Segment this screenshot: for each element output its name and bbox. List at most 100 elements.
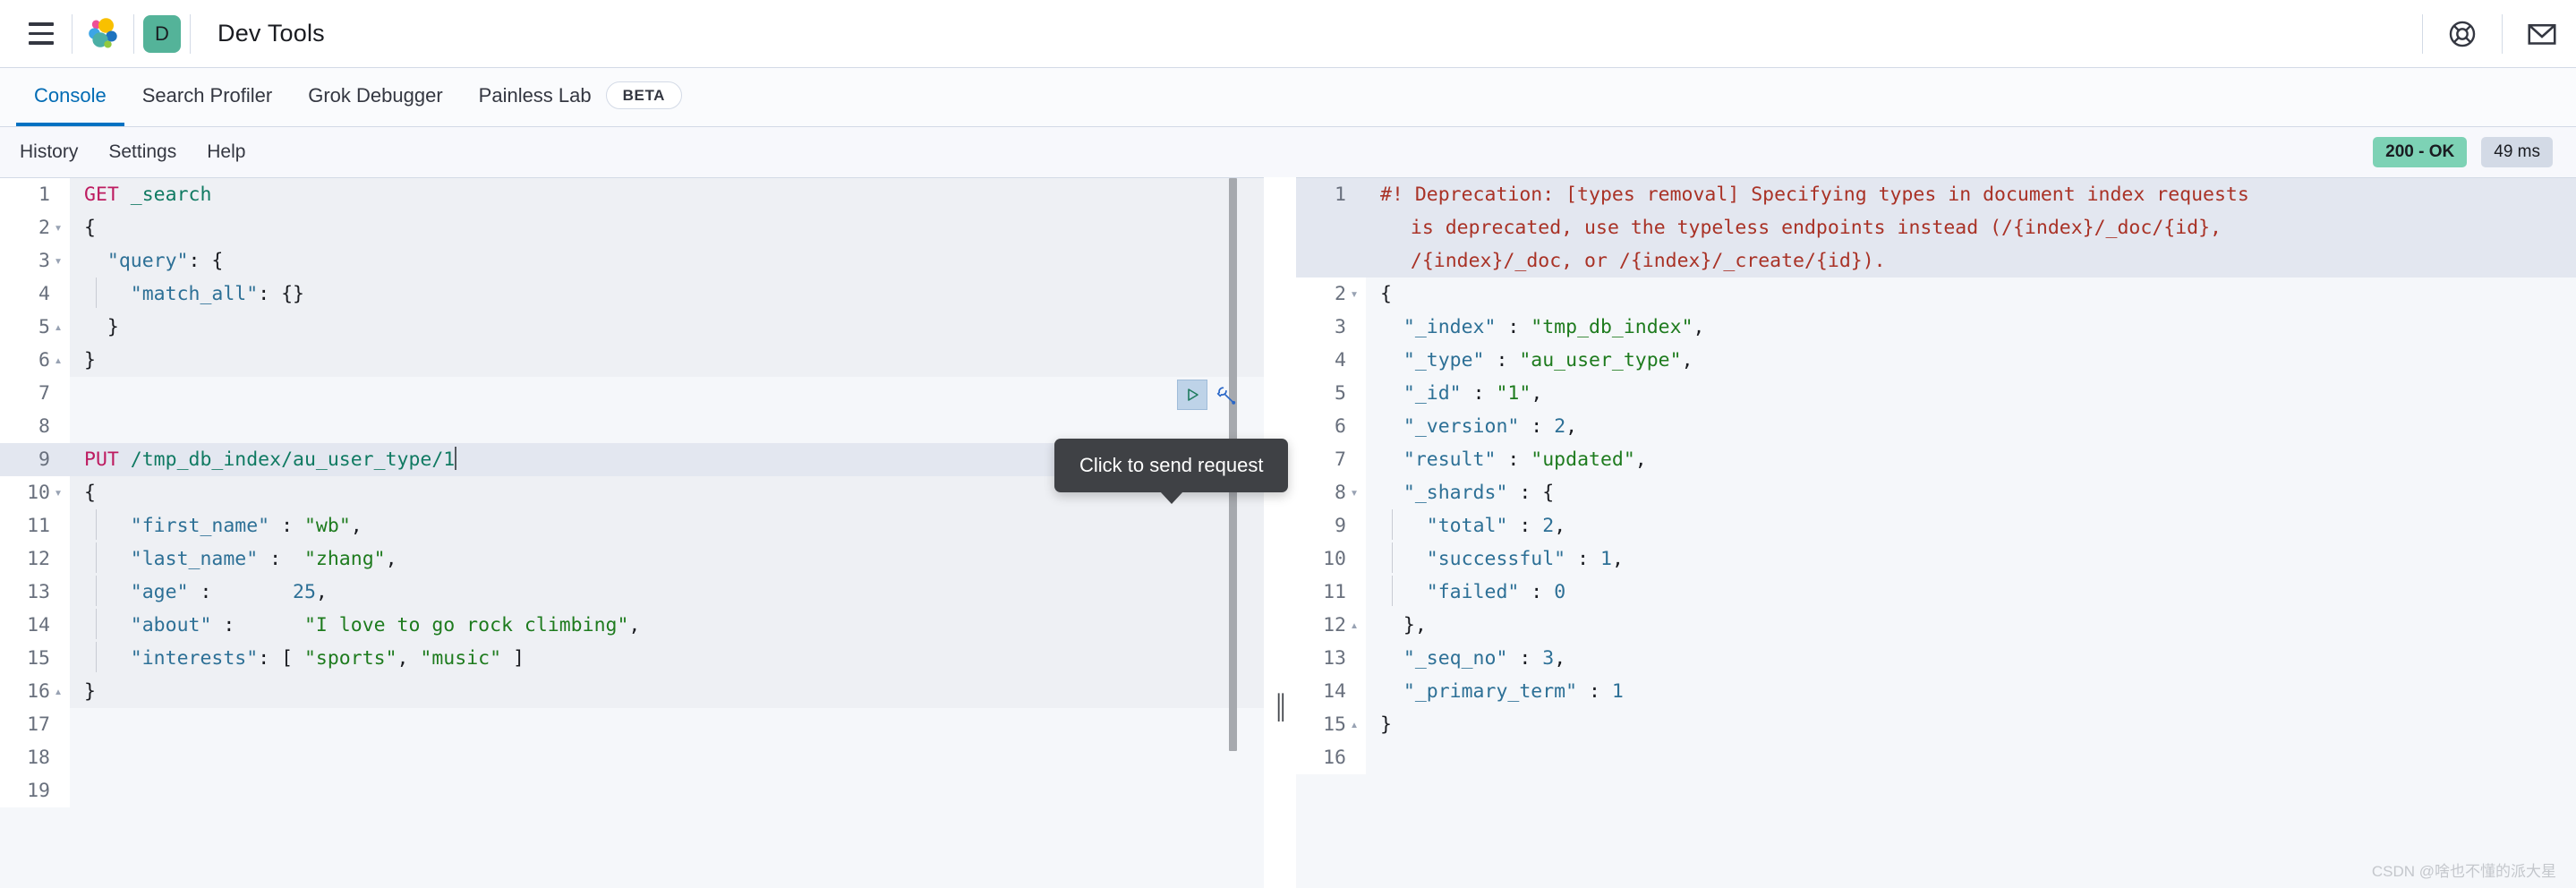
line-number: 18· [0, 741, 70, 774]
code-line[interactable]: 1· #! Deprecation: [types removal] Specif… [1296, 178, 2576, 278]
envelope-mail-icon[interactable] [2517, 9, 2567, 59]
token-method: PUT [84, 448, 119, 471]
code-line[interactable]: 4· "_type" : "au_user_type", [1296, 344, 2576, 377]
fold-marker-icon: · [50, 509, 66, 542]
history-button[interactable]: History [20, 141, 78, 163]
code-line[interactable]: 6 ▴} [0, 344, 1264, 377]
line-number: 14· [1296, 675, 1366, 708]
code-line[interactable]: 16 ▴} [0, 675, 1264, 708]
code-line[interactable]: 13· "_seq_no" : 3, [1296, 642, 2576, 675]
fold-marker-icon[interactable]: ▾ [50, 244, 66, 278]
code-line[interactable]: 6· "_version" : 2, [1296, 410, 2576, 443]
fold-marker-icon: · [50, 774, 66, 807]
wrench-icon[interactable] [1213, 381, 1240, 408]
code-line[interactable]: 12· "last_name" : "zhang", [0, 542, 1264, 576]
code-line[interactable]: 17· [0, 708, 1264, 741]
fold-marker-icon[interactable]: ▾ [1346, 476, 1362, 509]
text-caret [455, 447, 457, 470]
code-line-content: { [1366, 278, 2576, 311]
code-line-content: "successful" : 1, [1366, 542, 2576, 576]
token-punc: : { [1507, 482, 1555, 504]
code-line[interactable]: 8 ▾ "_shards" : { [1296, 476, 2576, 509]
fold-marker-icon[interactable]: ▴ [1346, 609, 1362, 642]
code-line[interactable]: 13· "age" : 25, [0, 576, 1264, 609]
token-punc: { [84, 482, 96, 504]
fold-marker-icon[interactable]: ▾ [50, 211, 66, 244]
hamburger-menu-icon[interactable] [16, 9, 66, 59]
code-line[interactable]: 3 ▾ "query": { [0, 244, 1264, 278]
elastic-logo-icon[interactable] [78, 9, 128, 59]
tab-console[interactable]: Console [16, 68, 124, 126]
token-key: "result" [1403, 448, 1497, 471]
code-line[interactable]: 18· [0, 741, 1264, 774]
token-punc: : [1507, 515, 1543, 537]
splitter-drag-handle[interactable]: ║ [1273, 695, 1289, 718]
fold-marker-icon[interactable]: ▾ [50, 476, 66, 509]
tab-console-label: Console [34, 83, 107, 107]
code-line[interactable]: 19· [0, 774, 1264, 807]
line-number: 1· [1296, 178, 1366, 211]
help-button[interactable]: Help [207, 141, 245, 163]
tab-painless-lab[interactable]: Painless Lab BETA [461, 68, 700, 126]
response-viewer[interactable]: 1·#! Deprecation: [types removal] Specif… [1296, 177, 2576, 888]
code-line[interactable]: 2 ▾ { [1296, 278, 2576, 311]
space-avatar[interactable]: D [143, 14, 181, 53]
code-line[interactable]: 15 ▴} [1296, 708, 2576, 741]
code-line-content [1366, 741, 2576, 774]
token-punc: , [350, 515, 363, 537]
tab-grok-debugger[interactable]: Grok Debugger [290, 68, 460, 126]
code-line-content: "interests": [ "sports", "music" ] [70, 642, 1264, 675]
fold-marker-icon[interactable]: ▾ [1346, 278, 1362, 311]
tab-search-profiler[interactable]: Search Profiler [124, 68, 291, 126]
lifebuoy-help-icon[interactable] [2437, 9, 2487, 59]
code-line[interactable]: 4· "match_all": {} [0, 278, 1264, 311]
code-line[interactable]: 14· "about" : "I love to go rock climbin… [0, 609, 1264, 642]
request-editor[interactable]: 1·GET _search2▾{3▾ "query": {4· "match_a… [0, 177, 1264, 888]
line-number: 10· [1296, 542, 1366, 576]
fold-marker-icon: · [50, 278, 66, 311]
code-line[interactable]: 12 ▴ }, [1296, 609, 2576, 642]
token-punc [1380, 680, 1403, 703]
token-punc: } [84, 316, 119, 338]
play-triangle-icon[interactable] [1177, 380, 1207, 410]
code-line[interactable]: 3· "_index" : "tmp_db_index", [1296, 311, 2576, 344]
token-key: "interests" [130, 647, 259, 670]
token-punc: : [1484, 349, 1520, 371]
pane-splitter[interactable]: ║ [1264, 177, 1296, 888]
fold-marker-icon[interactable]: ▴ [50, 344, 66, 377]
request-editor-code[interactable]: 1·GET _search2▾{3▾ "query": {4· "match_a… [0, 178, 1264, 807]
line-number: 13· [0, 576, 70, 609]
code-line-content [70, 741, 1264, 774]
settings-button[interactable]: Settings [108, 141, 176, 163]
code-line[interactable]: 2 ▾ { [0, 211, 1264, 244]
code-line[interactable]: 16· [1296, 741, 2576, 774]
fold-marker-icon[interactable]: ▴ [50, 675, 66, 708]
code-line[interactable]: 7· [0, 377, 1264, 410]
token-key: "last_name" [130, 548, 259, 570]
code-line-content: "age" : 25, [70, 576, 1264, 609]
token-punc: : [1565, 548, 1600, 570]
fold-marker-icon[interactable]: ▴ [1346, 708, 1362, 741]
code-line[interactable]: 14· "_primary_term" : 1 [1296, 675, 2576, 708]
code-line-content: "total" : 2, [1366, 509, 2576, 542]
code-line[interactable]: 9· "total" : 2, [1296, 509, 2576, 542]
code-line[interactable]: 5· "_id" : "1", [1296, 377, 2576, 410]
line-number: 11· [1296, 576, 1366, 609]
code-line[interactable]: 10· "successful" : 1, [1296, 542, 2576, 576]
code-line[interactable]: 1·GET _search [0, 178, 1264, 211]
fold-marker-icon: · [1346, 542, 1362, 576]
token-punc: , [1693, 316, 1705, 338]
code-line-content: "_type" : "au_user_type", [1366, 344, 2576, 377]
code-line[interactable]: 11· "first_name" : "wb", [0, 509, 1264, 542]
line-number: 9· [1296, 509, 1366, 542]
line-number: 14· [0, 609, 70, 642]
code-line[interactable]: 5 ▴ } [0, 311, 1264, 344]
editor-vertical-scrollbar[interactable] [1229, 178, 1237, 888]
code-line[interactable]: 11· "failed" : 0 [1296, 576, 2576, 609]
token-num: 25 [293, 581, 316, 603]
code-line[interactable]: 7· "result" : "updated", [1296, 443, 2576, 476]
code-line[interactable]: 15· "interests": [ "sports", "music" ] [0, 642, 1264, 675]
fold-marker-icon: · [50, 708, 66, 741]
fold-marker-icon[interactable]: ▴ [50, 311, 66, 344]
line-number: 17· [0, 708, 70, 741]
